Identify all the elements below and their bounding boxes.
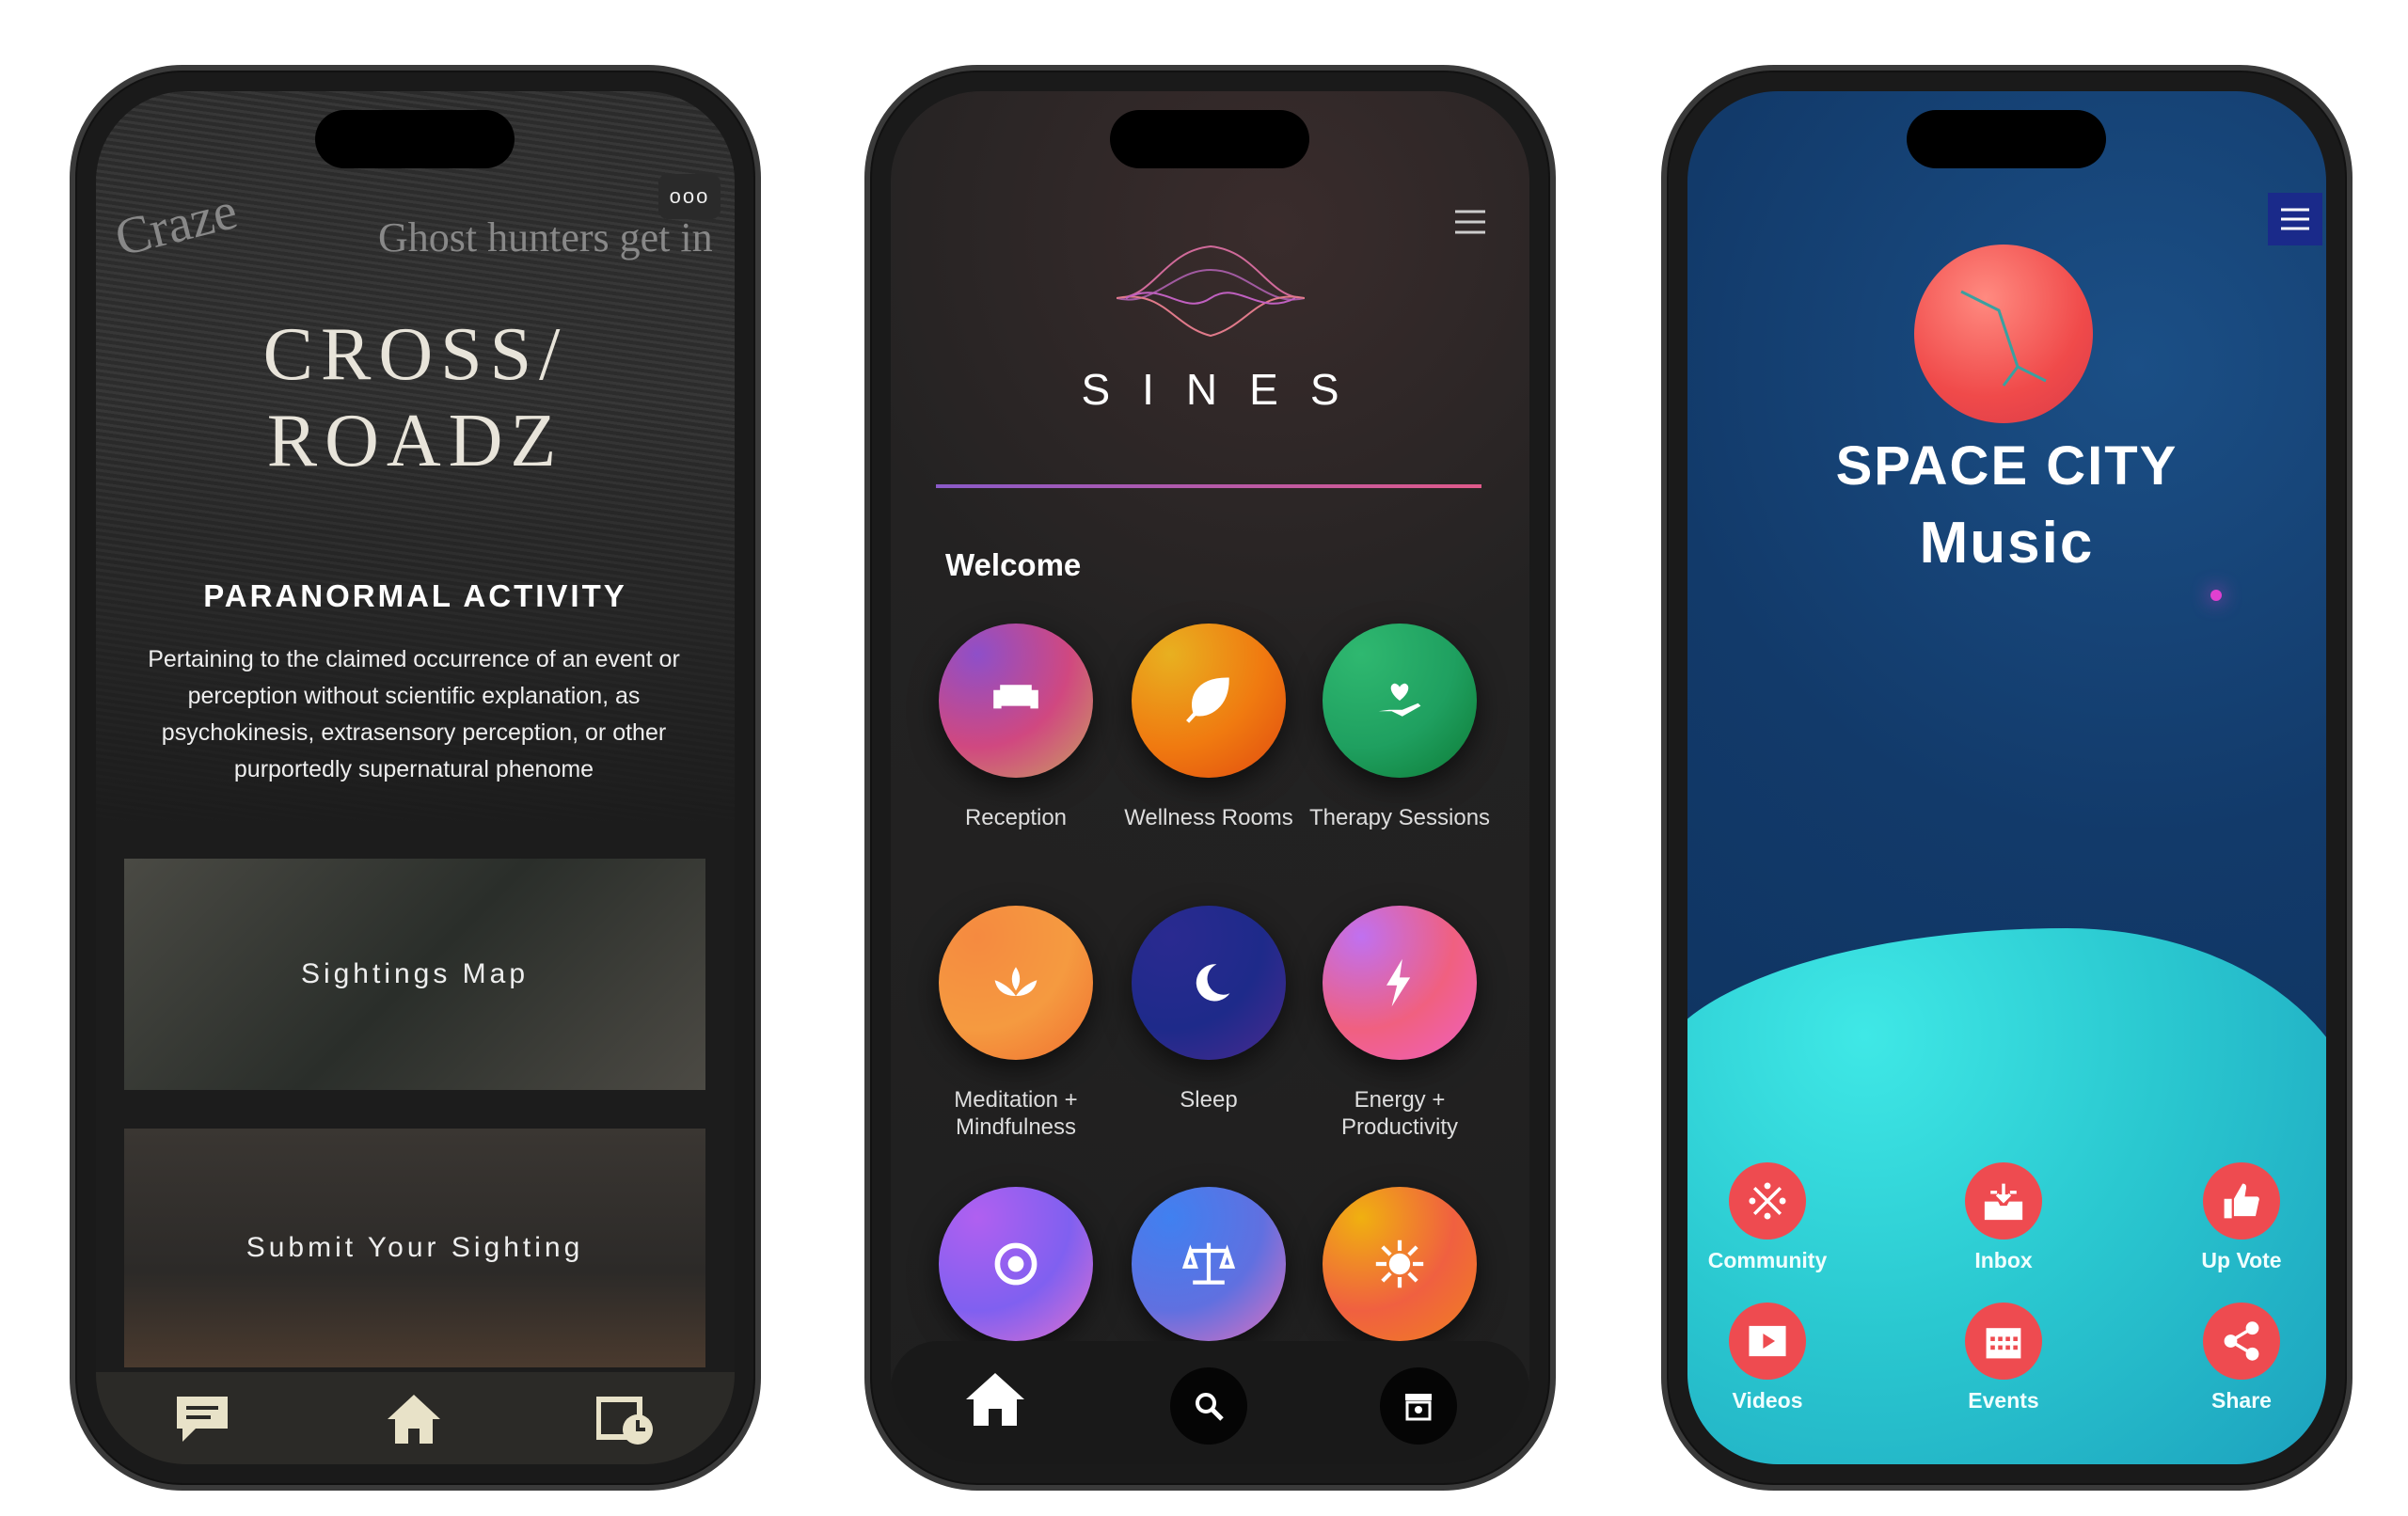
spacecity-screen: SPACE CITY Music Community Inbox Up Vote Vi…	[1687, 91, 2326, 1464]
tile-label: Wellness Rooms	[1124, 805, 1293, 830]
bottom-nav	[891, 1341, 1529, 1464]
nav-home[interactable]	[381, 1391, 447, 1447]
inbox-icon	[1984, 1183, 2023, 1221]
video-icon	[1749, 1325, 1786, 1357]
nav-search[interactable]	[1170, 1367, 1247, 1445]
tile-label: Meditation + Mindfulness	[954, 1087, 1078, 1140]
menu-button[interactable]	[2268, 193, 2322, 245]
menu-button[interactable]	[1453, 208, 1487, 236]
calendar-icon	[1986, 1328, 2021, 1359]
tile-label: Energy + Productivity	[1340, 1087, 1459, 1140]
tile-5[interactable]	[1323, 906, 1477, 1060]
calendar-clock-icon	[596, 1397, 653, 1445]
phone-crossroadz: Craze Ghost hunters get in ooo CROSS/ RO…	[70, 65, 761, 1491]
sightings-map-card[interactable]: Sightings Map	[124, 859, 705, 1090]
tile-8[interactable]	[1323, 1187, 1477, 1341]
phone-spacecity: SPACE CITY Music Community Inbox Up Vote Vi…	[1661, 65, 2353, 1491]
inbox-button[interactable]	[1965, 1162, 2042, 1240]
chat-icon	[177, 1397, 228, 1442]
nav-chat[interactable]	[169, 1391, 235, 1447]
tile-label: Reception	[964, 805, 1068, 830]
app-subtitle: Music	[1919, 511, 2095, 576]
moon-icon	[1196, 964, 1230, 1002]
title-line: CROSS/	[262, 313, 568, 396]
brand-name: SINES	[1081, 365, 1371, 414]
tile-4[interactable]	[1132, 906, 1286, 1060]
welcome-heading: Welcome	[945, 547, 1082, 582]
nav-archive[interactable]	[1380, 1367, 1457, 1445]
scale-icon	[1182, 1242, 1235, 1285]
events-button[interactable]	[1965, 1303, 2042, 1380]
card-label: Submit Your Sighting	[246, 1232, 584, 1263]
share-button[interactable]	[2203, 1303, 2280, 1380]
nav-calendar[interactable]	[593, 1391, 658, 1447]
newspaper-headline: Ghost hunters get in	[378, 214, 713, 261]
dynamic-island	[1110, 110, 1309, 168]
more-dots-icon: ooo	[669, 184, 710, 208]
title-line: ROADZ	[266, 400, 564, 482]
tile-3[interactable]	[939, 906, 1093, 1060]
app-title: CROSS/ ROADZ	[96, 311, 735, 484]
dynamic-island	[315, 110, 515, 168]
bottom-nav	[96, 1372, 735, 1464]
community-button[interactable]	[1729, 1162, 1806, 1240]
target-icon	[994, 1242, 1038, 1286]
sun-icon	[1375, 1240, 1424, 1288]
button-label: Inbox	[1974, 1248, 2033, 1272]
sines-screen: SINES Welcome Reception Wellness Rooms The…	[891, 91, 1529, 1464]
crossroadz-screen: Craze Ghost hunters get in ooo CROSS/ RO…	[96, 91, 735, 1464]
tile-2[interactable]	[1323, 624, 1477, 778]
home-icon	[966, 1373, 1024, 1426]
lightning-icon	[1386, 958, 1411, 1007]
button-label: Videos	[1732, 1388, 1803, 1413]
more-button[interactable]: ooo	[658, 174, 721, 219]
search-icon	[1196, 1393, 1224, 1421]
planet-logo	[1914, 245, 2093, 423]
tile-0[interactable]	[939, 624, 1093, 778]
constellation-icon	[1960, 290, 2047, 387]
sines-wave-logo	[1117, 245, 1305, 338]
nav-home[interactable]	[964, 1371, 1026, 1432]
archive-icon	[1405, 1394, 1432, 1421]
up-vote-button[interactable]	[2203, 1162, 2280, 1240]
sofa-icon	[993, 685, 1038, 709]
thumbs-up-icon	[2224, 1183, 2259, 1219]
tile-1[interactable]	[1132, 624, 1286, 778]
button-label: Share	[2211, 1388, 2272, 1413]
tile-label: Therapy Sessions	[1308, 805, 1491, 830]
button-label: Up Vote	[2201, 1248, 2282, 1272]
hamburger-icon	[1455, 210, 1485, 234]
description: Pertaining to the claimed occurrence of …	[148, 646, 680, 782]
app-title: SPACE CITY	[1835, 435, 2178, 497]
phone-sines: SINES Welcome Reception Wellness Rooms The…	[864, 65, 1556, 1491]
heart-hand-icon	[1378, 683, 1421, 717]
button-label: Community	[1707, 1248, 1828, 1272]
star-glow	[2210, 590, 2222, 601]
tile-7[interactable]	[1132, 1187, 1286, 1341]
leaf-icon	[1186, 677, 1229, 723]
home-icon	[388, 1395, 440, 1444]
card-label: Sightings Map	[300, 958, 530, 989]
dynamic-island	[1907, 110, 2106, 168]
videos-button[interactable]	[1729, 1303, 1806, 1380]
tile-label: Sleep	[1180, 1087, 1238, 1113]
share-icon	[2224, 1321, 2259, 1361]
tile-6[interactable]	[939, 1187, 1093, 1341]
button-label: Events	[1968, 1388, 2039, 1413]
submit-sighting-card[interactable]: Submit Your Sighting	[124, 1129, 705, 1367]
community-icon	[1749, 1182, 1786, 1220]
hamburger-icon	[2281, 208, 2309, 230]
divider	[936, 484, 1481, 488]
section-heading: PARANORMAL ACTIVITY	[203, 578, 627, 613]
lotus-icon	[994, 967, 1038, 996]
